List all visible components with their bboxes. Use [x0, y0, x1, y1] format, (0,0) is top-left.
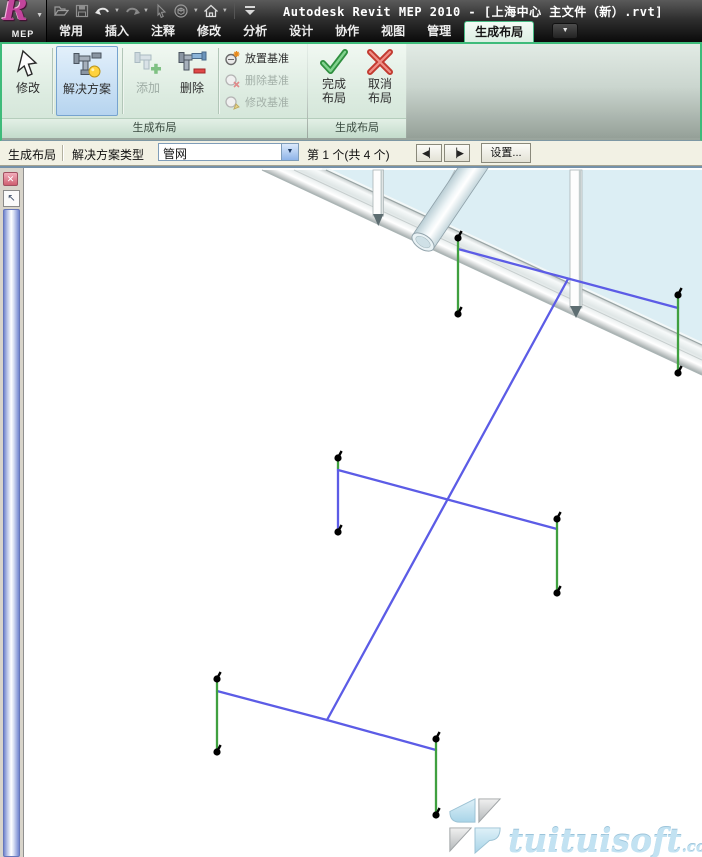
place-base-label: 放置基准	[245, 50, 289, 66]
settings-button[interactable]: 设置...	[481, 143, 531, 163]
remove-button[interactable]: 删除	[170, 46, 214, 116]
revit-logo: R	[3, 0, 28, 28]
node-tail	[218, 672, 220, 677]
tab-insert[interactable]: 插入	[94, 21, 140, 42]
drawing-workspace: ✕ ↖ tuituisoft .com	[0, 166, 702, 857]
app-menu-caret-icon: ▼	[36, 12, 43, 19]
tab-analyze[interactable]: 分析	[232, 21, 278, 42]
place-base-button[interactable]: 放置基准	[224, 47, 306, 69]
quick-access-toolbar: ▼ ▼ ▼ ▼	[52, 1, 259, 21]
title-bar: ▼ ▼ ▼ ▼ A	[0, 0, 702, 21]
next-solution-button[interactable]: ▕▶	[444, 144, 470, 162]
remove-base-button: 删除基准	[224, 69, 306, 91]
add-label: 添加	[126, 81, 170, 95]
mode-label: 生成布局	[8, 146, 56, 163]
revit-window: R ▼ MEP ▼ ▼	[0, 0, 702, 857]
options-bar: 生成布局 解决方案类型 管网 ▼ 第 1 个(共 4 个) ◀▏ ▕▶ 设置..…	[0, 141, 702, 166]
home-caret-icon[interactable]: ▼	[222, 8, 228, 14]
ribbon-tab-bar: 常用 插入 注释 修改 分析 设计 协作 视图 管理 生成布局 ▼	[48, 21, 578, 42]
scrollbar-thumb[interactable]	[3, 209, 20, 857]
app-badge: MEP	[0, 29, 46, 39]
pointer-icon[interactable]	[152, 2, 170, 20]
cancel-layout-label: 取消布局	[359, 77, 401, 105]
redo-icon[interactable]	[123, 2, 141, 20]
home-icon[interactable]	[202, 2, 220, 20]
node-tail	[679, 366, 681, 371]
tab-generate-layout-active[interactable]: 生成布局	[464, 21, 534, 42]
node-tail	[459, 307, 461, 312]
application-menu-button[interactable]: R ▼ MEP	[0, 0, 47, 42]
node-tail	[437, 808, 439, 813]
node-tail	[558, 512, 560, 517]
solution-type-value: 管网	[163, 145, 187, 162]
ribbon-empty-area	[407, 44, 700, 138]
customize-qat-icon[interactable]	[241, 2, 259, 20]
window-title: Autodesk Revit MEP 2010 - [上海中心 主文件（新）.r…	[283, 3, 663, 20]
remove-label: 删除	[170, 81, 214, 95]
ribbon-separator	[52, 48, 54, 114]
ribbon-panel-generate-layout-2: 完成布局 取消布局 生成布局	[308, 44, 406, 138]
base-tools-column: 放置基准 删除基准 修改基准	[224, 47, 306, 113]
tuituisoft-logo-icon	[446, 796, 504, 856]
node-tail	[558, 586, 560, 591]
node-tail	[437, 732, 439, 737]
remove-base-label: 删除基准	[245, 72, 289, 88]
ribbon-separator	[218, 48, 220, 114]
qat-separator	[234, 3, 235, 19]
solution-position-text: 第 1 个(共 4 个)	[307, 146, 390, 163]
tab-view[interactable]: 视图	[370, 21, 416, 42]
options-separator	[62, 145, 64, 161]
modify-base-label: 修改基准	[245, 94, 289, 110]
view-cube-icon[interactable]	[173, 2, 191, 20]
previous-solution-button[interactable]: ◀▏	[416, 144, 442, 162]
open-file-icon[interactable]	[52, 2, 70, 20]
node-tail	[339, 451, 341, 456]
node-tail	[339, 525, 341, 530]
modify-base-button: 修改基准	[224, 91, 306, 113]
undo-caret-icon[interactable]: ▼	[114, 8, 120, 14]
tab-modify[interactable]: 修改	[186, 21, 232, 42]
solution-type-label: 解决方案类型	[72, 146, 144, 163]
watermark-brand: tuituisoft	[508, 826, 682, 856]
view-cube-caret-icon[interactable]: ▼	[193, 8, 199, 14]
left-scroll-strip: ✕ ↖	[0, 168, 24, 857]
window-header: R ▼ MEP ▼ ▼	[0, 0, 702, 42]
panel1-title[interactable]: 生成布局	[2, 118, 307, 138]
redo-caret-icon[interactable]: ▼	[143, 8, 149, 14]
ribbon-state-toggle-icon[interactable]: ▼	[552, 23, 578, 39]
pipe-segment[interactable]	[338, 470, 557, 529]
ribbon-panel-generate-layout-1: 修改 解决方案	[2, 44, 307, 138]
dropdown-arrow-icon[interactable]: ▼	[281, 144, 298, 160]
undo-icon[interactable]	[94, 2, 112, 20]
finish-layout-label: 完成布局	[313, 77, 355, 105]
modify-label: 修改	[6, 81, 50, 95]
solution-type-dropdown[interactable]: 管网 ▼	[158, 143, 299, 161]
close-icon[interactable]: ✕	[3, 172, 18, 186]
node-tail	[218, 745, 220, 750]
pipe-segment[interactable]	[327, 720, 436, 750]
pipe-segment[interactable]	[217, 691, 327, 720]
mullion-2[interactable]	[570, 170, 582, 318]
panel2-title[interactable]: 生成布局	[308, 118, 406, 138]
save-icon[interactable]	[73, 2, 91, 20]
curtain-wall[interactable]	[262, 168, 702, 375]
tab-manage[interactable]: 管理	[416, 21, 462, 42]
watermark-tld: .com	[682, 838, 702, 856]
tuituisoft-watermark: tuituisoft .com	[446, 796, 702, 856]
add-button: 添加	[126, 46, 170, 116]
solutions-button[interactable]: 解决方案	[56, 46, 118, 116]
tab-annotate[interactable]: 注释	[140, 21, 186, 42]
pan-arrow-icon[interactable]: ↖	[3, 190, 20, 207]
solutions-label: 解决方案	[57, 82, 117, 96]
finish-layout-button[interactable]: 完成布局	[313, 46, 355, 116]
tab-collaborate[interactable]: 协作	[324, 21, 370, 42]
cancel-layout-button[interactable]: 取消布局	[359, 46, 401, 116]
ribbon-separator	[122, 48, 124, 114]
tab-home[interactable]: 常用	[48, 21, 94, 42]
ribbon: 修改 解决方案	[0, 42, 702, 141]
modify-button[interactable]: 修改	[6, 46, 50, 116]
drawing-canvas[interactable]	[0, 168, 702, 857]
tab-design[interactable]: 设计	[278, 21, 324, 42]
